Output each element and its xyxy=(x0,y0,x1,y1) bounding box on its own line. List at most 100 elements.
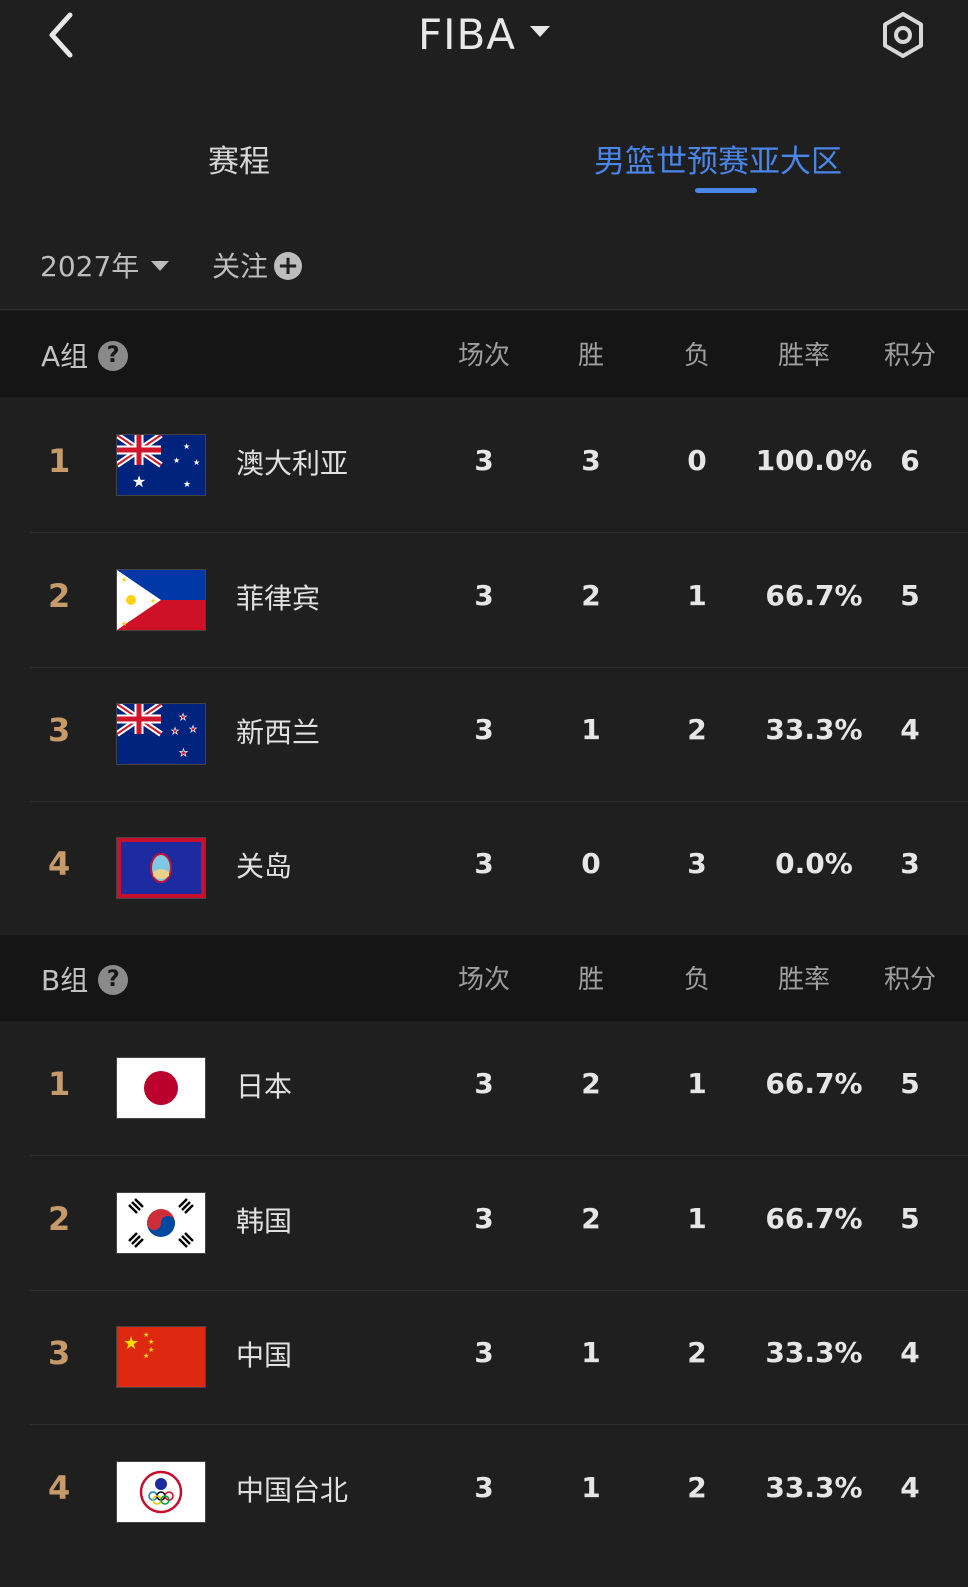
played-value: 3 xyxy=(474,1067,494,1100)
follow-label: 关注 xyxy=(212,250,269,283)
played-value: 3 xyxy=(474,444,494,477)
help-icon[interactable]: ? xyxy=(98,341,129,371)
team-name: 中国 xyxy=(236,1339,293,1372)
won-value: 2 xyxy=(581,1067,601,1100)
won-value: 3 xyxy=(581,444,601,477)
points-value: 4 xyxy=(900,713,920,746)
settings-button[interactable] xyxy=(876,8,930,62)
table-row[interactable]: 4 中国台北 3 1 2 33.3% 4 xyxy=(30,1425,968,1559)
tab-bar: 赛程 男篮世预赛亚大区 xyxy=(0,110,968,210)
table-row[interactable]: 2 韩国 3 2 1 66.7% 5 xyxy=(30,1156,968,1291)
col-lost: 负 xyxy=(683,341,710,371)
points-value: 5 xyxy=(900,1067,920,1100)
tab-schedule[interactable]: 赛程 xyxy=(208,136,270,181)
settings-hex-icon xyxy=(883,12,923,58)
team-name: 新西兰 xyxy=(236,716,321,749)
won-value: 0 xyxy=(581,847,601,880)
team-name: 澳大利亚 xyxy=(236,447,349,480)
team-name: 日本 xyxy=(236,1070,293,1103)
svg-text:★: ★ xyxy=(179,713,187,723)
chinese-taipei-flag-icon xyxy=(116,1461,206,1523)
plus-circle-icon: + xyxy=(274,252,303,280)
guam-flag-icon xyxy=(116,837,206,899)
col-points: 积分 xyxy=(883,965,936,995)
australia-flag-icon: ★ ★ ★ ★ ★ xyxy=(116,434,206,496)
table-row[interactable]: 1 ★ ★ ★ ★ ★ 澳大利亚 3 3 0 100.0% 6 xyxy=(30,398,968,533)
page-title: FIBA xyxy=(417,10,517,59)
points-value: 3 xyxy=(900,847,920,880)
lost-value: 3 xyxy=(687,847,707,880)
won-value: 2 xyxy=(581,1202,601,1235)
year-selector[interactable]: 2027年 xyxy=(40,245,170,285)
played-value: 3 xyxy=(474,847,494,880)
svg-text:★: ★ xyxy=(150,597,156,605)
rank: 1 xyxy=(48,442,71,480)
group-title: B组? xyxy=(41,959,129,999)
svg-text:★: ★ xyxy=(148,1338,154,1346)
svg-text:★: ★ xyxy=(171,727,179,737)
svg-text:★: ★ xyxy=(173,456,180,465)
table-row[interactable]: 3 ★ ★ ★ ★ ★ 中国 3 1 2 33.3% 4 xyxy=(30,1290,968,1425)
svg-text:★: ★ xyxy=(132,472,146,491)
col-win-pct: 胜率 xyxy=(777,965,830,995)
lost-value: 1 xyxy=(687,1067,707,1100)
team-name: 中国台北 xyxy=(236,1474,349,1507)
svg-text:★: ★ xyxy=(121,620,127,628)
tab-league[interactable]: 男篮世预赛亚大区 xyxy=(594,136,842,181)
played-value: 3 xyxy=(474,713,494,746)
table-row[interactable]: 4 关岛 3 0 3 0.0% 3 xyxy=(30,801,968,935)
table-row[interactable]: 3 ★ ★ ★ ★ 新西兰 3 1 2 33.3% 4 xyxy=(30,667,968,802)
group-b-header: B组? 场次 胜 负 胜率 积分 xyxy=(0,935,968,1021)
won-value: 1 xyxy=(581,1471,601,1504)
svg-text:★: ★ xyxy=(123,1333,139,1354)
top-bar: FIBA xyxy=(0,0,968,80)
lost-value: 2 xyxy=(687,1471,707,1504)
korea-flag-icon xyxy=(116,1192,206,1254)
svg-text:★: ★ xyxy=(183,480,191,490)
rank: 4 xyxy=(48,1469,71,1507)
col-played: 场次 xyxy=(457,965,510,995)
china-flag-icon: ★ ★ ★ ★ ★ xyxy=(116,1326,206,1388)
table-row[interactable]: 2 ★ ★ ★ 菲律宾 3 2 1 66.7% 5 xyxy=(30,533,968,668)
svg-text:★: ★ xyxy=(179,748,188,759)
filter-bar: 2027年 关注 + xyxy=(0,225,968,310)
caret-down-icon xyxy=(151,261,170,271)
points-value: 6 xyxy=(900,444,920,477)
points-value: 5 xyxy=(900,1202,920,1235)
tab-active-indicator xyxy=(695,188,757,193)
lost-value: 0 xyxy=(687,444,707,477)
played-value: 3 xyxy=(474,1336,494,1369)
group-name: B组 xyxy=(41,964,89,997)
svg-text:★: ★ xyxy=(183,442,190,451)
philippines-flag-icon: ★ ★ ★ xyxy=(116,569,206,631)
caret-down-icon xyxy=(530,26,551,37)
lost-value: 2 xyxy=(687,1336,707,1369)
table-row[interactable]: 1 日本 3 2 1 66.7% 5 xyxy=(30,1021,968,1156)
group-title: A组? xyxy=(41,335,129,375)
new-zealand-flag-icon: ★ ★ ★ ★ xyxy=(116,703,206,765)
svg-text:★: ★ xyxy=(189,725,197,735)
rank: 2 xyxy=(48,577,71,615)
league-selector[interactable]: FIBA xyxy=(0,10,968,59)
rank: 2 xyxy=(48,1200,71,1238)
svg-text:★: ★ xyxy=(121,576,127,584)
points-value: 4 xyxy=(900,1336,920,1369)
rank: 1 xyxy=(48,1065,71,1103)
col-points: 积分 xyxy=(883,341,936,371)
rank: 3 xyxy=(48,1334,71,1372)
svg-text:★: ★ xyxy=(193,458,200,467)
won-value: 1 xyxy=(581,1336,601,1369)
played-value: 3 xyxy=(474,1471,494,1504)
points-value: 4 xyxy=(900,1471,920,1504)
points-value: 5 xyxy=(900,579,920,612)
group-name: A组 xyxy=(41,340,89,373)
col-won: 胜 xyxy=(577,341,604,371)
col-won: 胜 xyxy=(577,965,604,995)
col-played: 场次 xyxy=(457,341,510,371)
help-icon[interactable]: ? xyxy=(98,965,129,995)
japan-flag-icon xyxy=(116,1057,206,1119)
team-name: 关岛 xyxy=(236,850,293,883)
follow-button[interactable]: 关注 + xyxy=(212,245,303,285)
year-label: 2027年 xyxy=(40,250,140,283)
won-value: 1 xyxy=(581,713,601,746)
